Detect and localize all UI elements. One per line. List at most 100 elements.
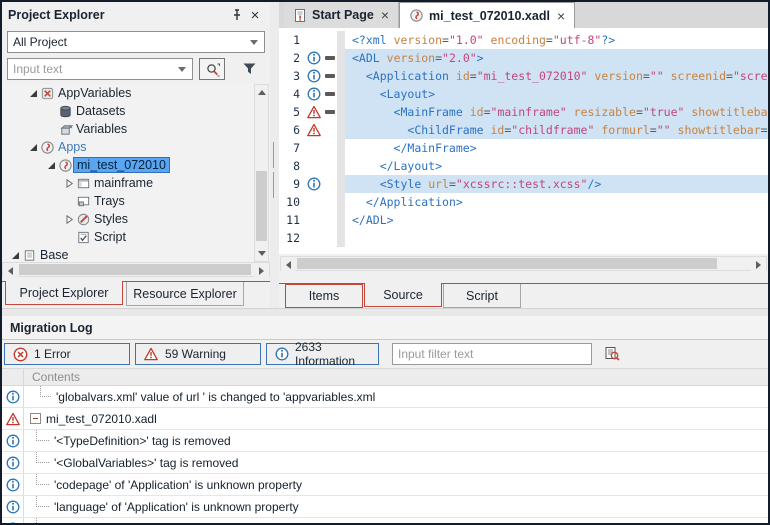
log-row[interactable]: '<TypeDefinition>' tag is removed [2, 430, 768, 452]
scroll-left-button[interactable] [3, 263, 18, 278]
log-row[interactable]: 'mainframeurl' of 'Application' is unkno… [2, 518, 768, 523]
variables-icon [58, 122, 73, 137]
log-search-button[interactable] [602, 345, 622, 363]
triangle-right-icon [756, 261, 761, 269]
tree-item-base[interactable]: Base [2, 246, 270, 262]
tree-item-datasets[interactable]: Datasets [2, 102, 270, 120]
tab-close-icon[interactable]: × [557, 8, 565, 24]
expander-expanded-icon[interactable] [26, 86, 40, 100]
tree-item-appvariables[interactable]: AppVariables [2, 84, 270, 102]
tree-search-combo[interactable]: Input text [7, 58, 193, 80]
code-token: version [387, 51, 435, 65]
tab-script[interactable]: Script [443, 284, 521, 308]
log-row-text: mi_test_072010.xadl [46, 412, 157, 426]
contents-column-label: Contents [24, 370, 80, 384]
filter-button-1-error[interactable]: 1 Error [4, 343, 130, 365]
log-row-text: '<TypeDefinition>' tag is removed [54, 434, 231, 448]
code-editor[interactable]: 1<?xml version="1.0" encoding="utf-8"?>2… [279, 28, 768, 254]
tree-search-button[interactable] [199, 58, 225, 80]
minus-icon [33, 418, 38, 419]
tab-source[interactable]: Source [364, 283, 442, 307]
expander-collapsed-icon[interactable] [62, 212, 76, 226]
code-token: formurl [601, 123, 649, 137]
tree-horizontal-scrollbar[interactable] [2, 262, 270, 277]
filter-button-2633-information[interactable]: 2633 Information [266, 343, 379, 365]
code-text: </Layout> [345, 157, 768, 175]
collapse-toggle[interactable] [30, 413, 41, 424]
line-number: 8 [279, 159, 305, 173]
pin-icon [231, 9, 243, 21]
scroll-right-button[interactable] [254, 263, 269, 278]
gutter-margin [337, 229, 345, 247]
scrollbar-thumb[interactable] [297, 258, 717, 269]
fold-marker[interactable] [322, 92, 337, 96]
code-token: > [477, 51, 484, 65]
code-token: version [594, 69, 642, 83]
code-line: 11</ADL> [279, 211, 768, 229]
code-token: showtitlebar [691, 105, 768, 119]
tree-item-mainframe[interactable]: mainframe [2, 174, 270, 192]
tab-items[interactable]: Items [285, 284, 363, 308]
doc-tab-mi-test-072010-xadl[interactable]: mi_test_072010.xadl× [399, 2, 575, 28]
tree-item-script[interactable]: Script [2, 228, 270, 246]
gutter-margin [337, 85, 345, 103]
tree-connector [36, 474, 49, 485]
log-filter-input[interactable] [392, 343, 592, 365]
tree-item-variables[interactable]: Variables [2, 120, 270, 138]
tree-item-trays[interactable]: Trays [2, 192, 270, 210]
scrollbar-thumb[interactable] [19, 264, 251, 275]
code-token: <ChildFrame [407, 123, 483, 137]
mainframe-icon [76, 176, 91, 191]
tree-item-mi-test-072010[interactable]: mi_test_072010 [2, 156, 270, 174]
expander-collapsed-icon[interactable] [62, 176, 76, 190]
doc-tab-start-page[interactable]: Start Page× [284, 2, 399, 28]
tree-connector [36, 452, 49, 463]
scroll-right-button[interactable] [751, 257, 766, 272]
scroll-down-button[interactable] [255, 246, 268, 261]
horizontal-splitter[interactable] [2, 308, 768, 316]
expander-expanded-icon[interactable] [44, 158, 58, 172]
tree-item-label: Datasets [73, 104, 128, 118]
log-row[interactable]: 'language' of 'Application' is unknown p… [2, 496, 768, 518]
code-line: 2<ADL version="2.0"> [279, 49, 768, 67]
log-row[interactable]: mi_test_072010.xadl [2, 408, 768, 430]
pin-button[interactable] [228, 6, 246, 24]
code-token [484, 33, 491, 47]
editor-horizontal-scrollbar[interactable] [280, 256, 767, 271]
close-button[interactable]: × [246, 6, 264, 24]
scroll-left-button[interactable] [281, 257, 296, 272]
filter-button-label: 59 Warning [165, 347, 226, 361]
app-icon [58, 158, 73, 173]
code-text: <Layout> [345, 85, 768, 103]
fold-marker[interactable] [322, 56, 337, 60]
tab-resource-explorer[interactable]: Resource Explorer [126, 282, 244, 306]
fold-marker[interactable] [322, 110, 337, 114]
tree-vertical-scrollbar[interactable] [254, 84, 269, 262]
code-token: url [428, 177, 449, 191]
log-row[interactable]: '<GlobalVariables>' tag is removed [2, 452, 768, 474]
tree-item-label: Variables [73, 122, 130, 136]
scrollbar-thumb[interactable] [256, 171, 267, 241]
log-row[interactable]: 'codepage' of 'Application' is unknown p… [2, 474, 768, 496]
scroll-up-button[interactable] [255, 85, 268, 100]
tree-item-label: Script [91, 230, 129, 244]
info-marker-icon [305, 87, 322, 101]
filter-funnel-icon [242, 62, 257, 76]
line-number: 9 [279, 177, 305, 191]
vertical-splitter[interactable] [270, 2, 279, 308]
info-icon [6, 456, 20, 470]
tab-project-explorer[interactable]: Project Explorer [5, 281, 123, 305]
tree-filter-button[interactable] [238, 59, 260, 79]
log-row[interactable]: 'globalvars.xml' value of url ' is chang… [2, 386, 768, 408]
tree-item-styles[interactable]: Styles [2, 210, 270, 228]
filter-button-59-warning[interactable]: 59 Warning [135, 343, 261, 365]
code-token: = [636, 105, 643, 119]
expander-expanded-icon[interactable] [8, 248, 22, 262]
tree-item-apps[interactable]: Apps [2, 138, 270, 156]
code-token: <MainFrame [394, 105, 463, 119]
project-scope-dropdown[interactable]: All Project [7, 31, 265, 53]
fold-marker[interactable] [322, 74, 337, 78]
tab-close-icon[interactable]: × [381, 7, 389, 23]
expander-expanded-icon[interactable] [26, 140, 40, 154]
code-token: = [726, 69, 733, 83]
